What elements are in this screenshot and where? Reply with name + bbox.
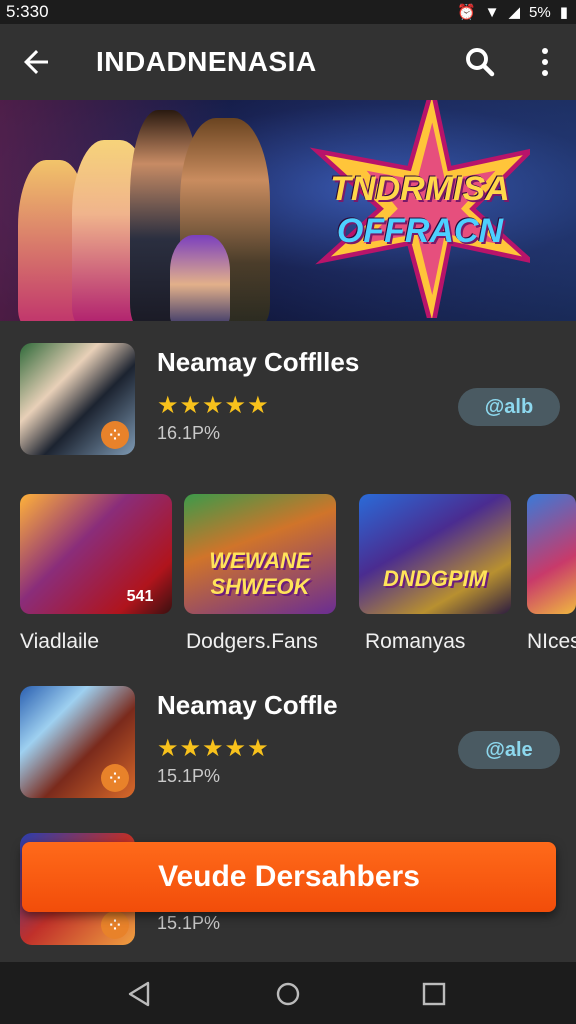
carousel-tile[interactable]: DNDGPIM bbox=[359, 494, 511, 614]
tile-corner-text: 541 bbox=[126, 588, 154, 605]
tile-label: Dodgers.Fans bbox=[186, 630, 318, 653]
system-nav-bar bbox=[0, 962, 576, 1024]
featured-carousel: 541 Viadlaile WEWANE SHWEOK Dodgers.Fans… bbox=[0, 494, 576, 664]
app-name: Neamay Coffle bbox=[157, 690, 338, 720]
app-bar: INDADNENASIA bbox=[0, 24, 576, 100]
app-icon: ⁘ bbox=[20, 686, 135, 798]
tile-label: Viadlaile bbox=[20, 630, 100, 653]
tile-label: NIces bbox=[527, 630, 576, 653]
search-icon[interactable] bbox=[462, 44, 498, 80]
banner-headline-line2: OFFRACN bbox=[336, 212, 504, 250]
more-vert-icon[interactable] bbox=[533, 44, 557, 80]
promo-banner[interactable]: TNDRMISA OFFRACN bbox=[0, 100, 576, 321]
nav-home-icon[interactable] bbox=[274, 980, 302, 1008]
grid-dots-icon: ⁘ bbox=[101, 421, 129, 449]
wifi-icon: ▼ bbox=[484, 3, 500, 21]
signal-icon: ◢ bbox=[508, 4, 521, 21]
carousel-tile[interactable]: 541 bbox=[20, 494, 172, 614]
alarm-icon: ⏰ bbox=[456, 4, 476, 21]
tile-label: Romanyas bbox=[365, 630, 466, 653]
carousel-tile[interactable]: WEWANE SHWEOK bbox=[184, 494, 336, 614]
nav-recents-icon[interactable] bbox=[420, 980, 448, 1008]
status-bar: 5:330 ⏰ ▼ ◢ 5% ▮ bbox=[0, 0, 576, 24]
arrow-back-icon[interactable] bbox=[18, 44, 54, 80]
app-list-item[interactable]: ⁘ Neamay Cofflles ★★★★★ 16.1P% @alb bbox=[20, 343, 560, 455]
app-list-item[interactable]: ⁘ Neamay Coffle ★★★★★ 15.1P% @ale bbox=[20, 686, 560, 798]
page-title: INDADNENASIA bbox=[96, 46, 317, 77]
rating-stars-icon: ★★★★★ bbox=[157, 392, 270, 419]
banner-character bbox=[170, 235, 230, 321]
status-time: 5:330 bbox=[6, 2, 49, 21]
grid-dots-icon: ⁘ bbox=[101, 911, 129, 939]
app-meta: 15.1P% bbox=[157, 766, 221, 786]
app-meta: 16.1P% bbox=[157, 423, 221, 443]
install-button[interactable]: @alb bbox=[458, 388, 560, 426]
banner-headline: TNDRMISA OFFRACN bbox=[320, 168, 520, 252]
install-button[interactable]: @ale bbox=[458, 731, 560, 769]
tile-art-text: DNDGPIM bbox=[383, 566, 487, 591]
status-icons: ⏰ ▼ ◢ 5% ▮ bbox=[456, 3, 568, 22]
rating-stars-icon: ★★★★★ bbox=[157, 735, 270, 762]
nav-back-icon[interactable] bbox=[126, 980, 154, 1008]
battery-icon: ▮ bbox=[559, 4, 568, 21]
primary-cta-button[interactable]: Veude Dersahbers bbox=[22, 842, 556, 912]
app-meta: 15.1P% bbox=[157, 913, 221, 933]
app-name: Neamay Cofflles bbox=[157, 347, 360, 377]
carousel-tile[interactable] bbox=[527, 494, 576, 614]
grid-dots-icon: ⁘ bbox=[101, 764, 129, 792]
banner-headline-line1: TNDRMISA bbox=[330, 170, 510, 208]
tile-art-text: WEWANE SHWEOK bbox=[209, 548, 311, 599]
app-icon: ⁘ bbox=[20, 343, 135, 455]
battery-text: 5% bbox=[529, 3, 551, 21]
